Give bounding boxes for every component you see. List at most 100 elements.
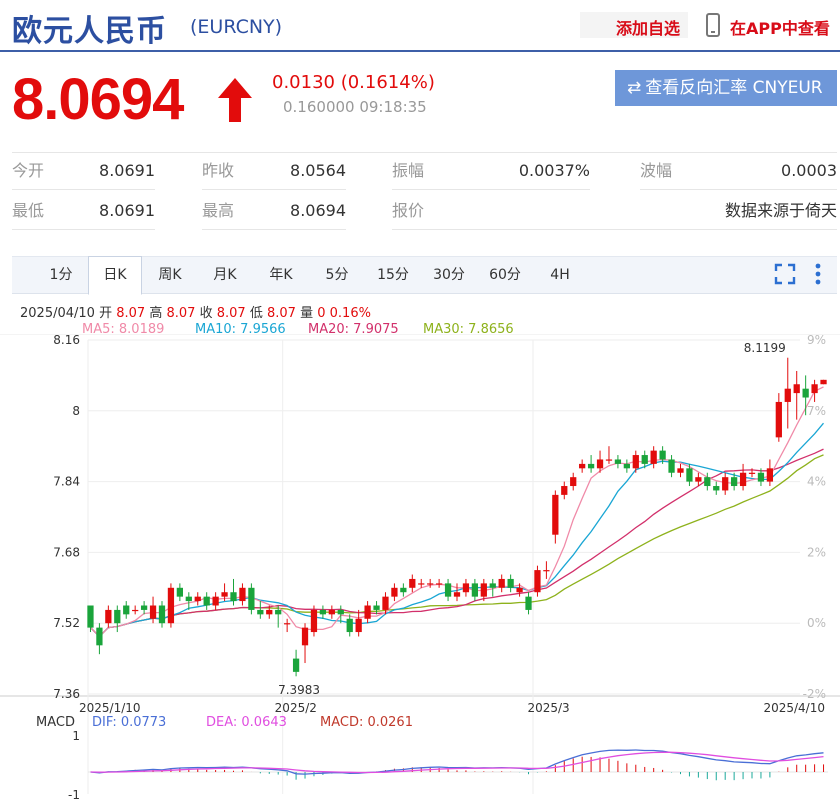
x-tick-label: 2025/2 [275, 701, 317, 715]
tab-daily[interactable]: 日K [88, 256, 142, 295]
dea-line [90, 751, 824, 774]
reverse-rate-button[interactable]: ⇄ 查看反向汇率 CNYEUR [615, 70, 837, 106]
candle-body [552, 494, 559, 535]
up-arrow-icon [218, 78, 252, 122]
info-pct: 0.16% [329, 306, 371, 321]
candle-body [516, 587, 523, 593]
ma30-line [90, 454, 824, 638]
symbol-code: (EURCNY) [190, 16, 283, 38]
candle-body [462, 583, 470, 593]
candle-body [185, 596, 192, 602]
reverse-rate-label: 查看反向汇率 CNYEUR [645, 78, 823, 98]
stat-value: 8.0694 [290, 201, 346, 220]
page-title: 欧元人民币 [12, 14, 167, 49]
info-low-label: 低 [249, 306, 263, 321]
y-pct-tick-label: 0% [807, 616, 826, 630]
candle-body [534, 570, 541, 593]
candle-body [686, 468, 693, 482]
candle-body [722, 477, 729, 491]
stat-low: 最低 8.0691 [12, 192, 155, 230]
candle-body [471, 583, 479, 597]
tab-4h[interactable]: 4H [534, 257, 586, 294]
candle-body [489, 583, 496, 588]
candle-body [275, 609, 282, 615]
price-change: 0.0130 (0.1614%) [272, 72, 435, 93]
tab-30min[interactable]: 30分 [422, 257, 476, 294]
candle-body [158, 605, 166, 624]
tab-yearly[interactable]: 年K [254, 257, 308, 294]
stat-label: 昨收 [202, 161, 235, 180]
candle-body [435, 583, 443, 585]
fullscreen-icon[interactable] [773, 262, 797, 286]
tab-5min[interactable]: 5分 [310, 257, 364, 294]
candle-body [346, 618, 353, 633]
candle-body [328, 609, 335, 615]
swap-icon: ⇄ [627, 78, 642, 98]
candle-body [498, 578, 505, 588]
candle-body [802, 388, 809, 398]
x-tick-label: 2025/1/10 [79, 701, 141, 715]
y-pct-tick-label: -2% [803, 687, 826, 701]
candle-body [203, 596, 210, 606]
stat-value: 8.0691 [99, 201, 155, 220]
period-tabs: 1分 日K 周K 月K 年K 5分 15分 30分 60分 4H [12, 256, 837, 295]
candle-body [284, 623, 291, 625]
tab-weekly[interactable]: 周K [144, 257, 196, 294]
candle-body [221, 592, 228, 597]
open-in-app-link[interactable]: 在APP中查看 [730, 15, 830, 39]
tab-monthly[interactable]: 月K [198, 257, 252, 294]
stat-label: 波幅 [640, 161, 673, 180]
stat-open: 今开 8.0691 [12, 152, 155, 190]
candle-body [266, 609, 273, 615]
y-tick-label: 8.16 [53, 334, 80, 347]
candle-body [105, 609, 112, 624]
candle-body [87, 605, 94, 628]
candle-body [355, 618, 362, 633]
stat-label: 最低 [12, 201, 45, 220]
tab-60min[interactable]: 60分 [478, 257, 532, 294]
stat-label: 振幅 [392, 161, 425, 180]
macd-tick-label: -1 [68, 788, 80, 801]
info-high-label: 高 [149, 306, 163, 321]
add-watchlist-button[interactable]: 添加自选 [616, 15, 680, 39]
candle-body [811, 384, 818, 394]
candle-info-bar: 2025/04/10 开 8.07 高 8.07 收 8.07 低 8.07 量… [20, 302, 371, 321]
macd-tick-label: 1 [72, 729, 80, 743]
x-tick-label: 2025/3 [527, 701, 569, 715]
y-tick-label: 8 [72, 404, 80, 418]
candle-body [418, 583, 425, 585]
tab-15min[interactable]: 15分 [366, 257, 420, 294]
tab-1min[interactable]: 1分 [36, 257, 86, 294]
candle-body [820, 379, 827, 385]
stat-high: 最高 8.0694 [202, 192, 346, 230]
kline-chart[interactable]: 8.16 9% 8 7% 7.84 4% 7.68 2% 7.52 0% 7.36 -2% 8.1199… [0, 334, 840, 801]
candle-body [695, 477, 702, 482]
y-tick-label: 7.84 [53, 475, 80, 489]
info-vol: 0 [317, 306, 326, 321]
candle-body [731, 477, 738, 487]
y-tick-label: 7.52 [53, 616, 80, 630]
stat-value: 8.0564 [290, 161, 346, 180]
data-source-note: 数据来源于倚天 [724, 201, 837, 220]
candle-body [766, 468, 774, 482]
candle-body [301, 627, 309, 646]
y-tick-label: 7.68 [53, 545, 80, 559]
info-close: 8.07 [216, 306, 246, 321]
min-annotation: 7.3983 [278, 683, 320, 697]
info-date: 2025/04/10 [20, 306, 95, 321]
candle-body [784, 388, 791, 402]
more-options-icon[interactable] [806, 262, 830, 286]
candle-body [507, 578, 514, 588]
candle-body [123, 605, 130, 615]
candle-body [239, 587, 246, 602]
candle-body [677, 468, 684, 473]
info-close-label: 收 [199, 306, 213, 321]
candle-body [257, 609, 264, 615]
macd-legend-item: DEA: 0.0643 [206, 715, 287, 730]
macd-legend-item: MACD: 0.0261 [320, 715, 413, 730]
candle-body [570, 477, 577, 487]
candle-body [453, 592, 461, 597]
current-price: 8.0694 [12, 67, 184, 132]
candle-body [525, 596, 532, 610]
candle-body [114, 609, 121, 624]
